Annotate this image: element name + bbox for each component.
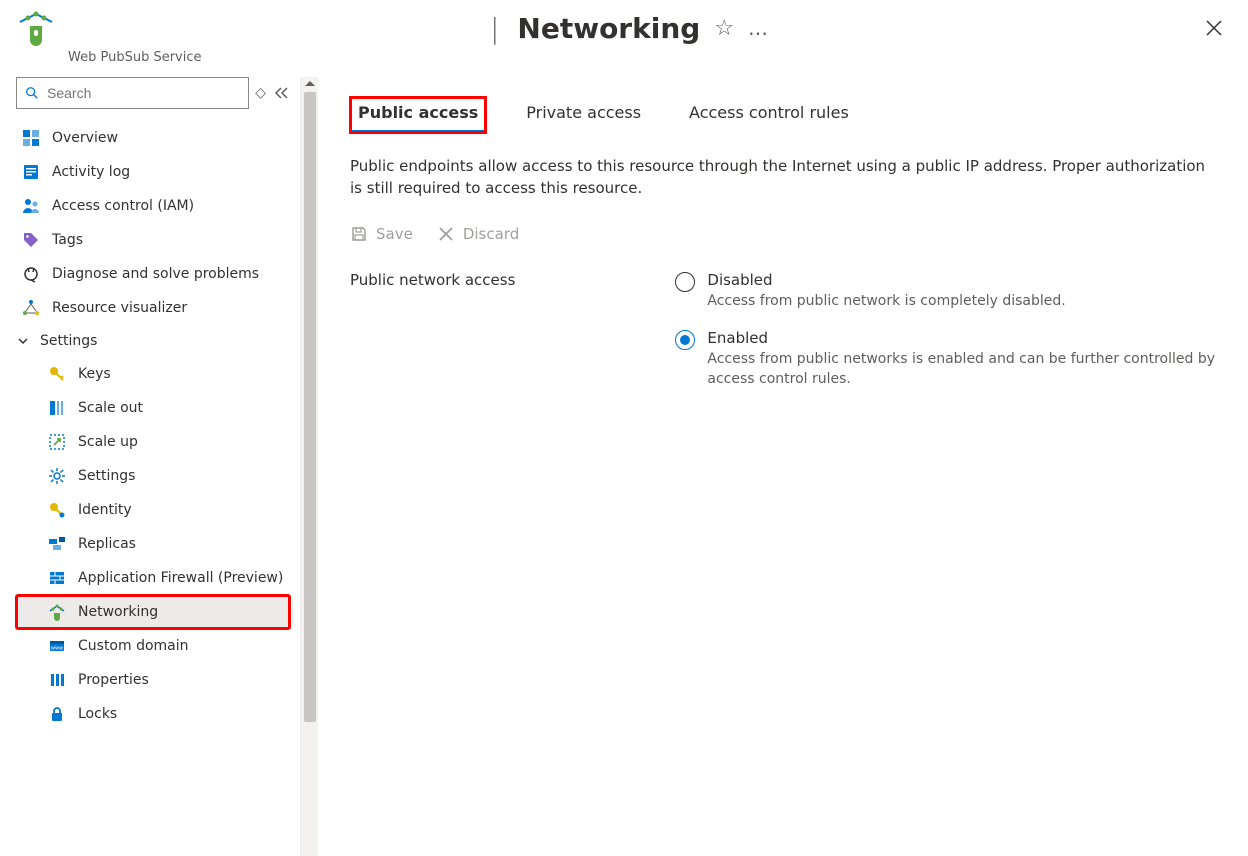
radio-option-enabled[interactable]: Enabled Access from public networks is e… — [675, 329, 1215, 389]
tab-description: Public endpoints allow access to this re… — [350, 155, 1220, 199]
sidebar-item-label: Replicas — [78, 536, 136, 552]
sidebar-item-scale-up[interactable]: Scale up — [16, 425, 290, 459]
radio-title: Disabled — [707, 271, 1065, 289]
diagnose-icon — [22, 265, 40, 283]
search-icon — [25, 86, 39, 100]
sidebar-item-label: Locks — [78, 706, 117, 722]
sidebar-item-label: Keys — [78, 366, 111, 382]
sidebar-item-label: Overview — [52, 130, 118, 146]
radio-option-disabled[interactable]: Disabled Access from public network is c… — [675, 271, 1215, 311]
sidebar-item-label: Custom domain — [78, 638, 189, 654]
svg-text:www: www — [51, 646, 63, 652]
discard-button[interactable]: Discard — [437, 225, 519, 243]
scale-out-icon — [48, 399, 66, 417]
sidebar-item-label: Tags — [52, 232, 83, 248]
radio-icon[interactable] — [675, 330, 695, 350]
sidebar-item-label: Scale out — [78, 400, 143, 416]
sidebar-item-diagnose[interactable]: Diagnose and solve problems — [16, 257, 290, 291]
sidebar-item-label: Identity — [78, 502, 132, 518]
sidebar-item-custom-domain[interactable]: www Custom domain — [16, 629, 290, 663]
gear-icon — [48, 467, 66, 485]
public-network-access-radio-group: Disabled Access from public network is c… — [675, 271, 1215, 389]
firewall-icon — [48, 569, 66, 587]
sidebar-item-label: Properties — [78, 672, 149, 688]
sidebar-item-label: Networking — [78, 604, 158, 620]
page-title: Networking — [517, 12, 700, 45]
replicas-icon — [48, 535, 66, 553]
save-label: Save — [376, 225, 413, 243]
keys-icon — [48, 365, 66, 383]
radio-subtext: Access from public network is completely… — [707, 291, 1065, 311]
sidebar-item-overview[interactable]: Overview — [16, 121, 290, 155]
sidebar-group-label: Settings — [40, 333, 97, 349]
discard-icon — [437, 225, 455, 243]
sidebar-item-networking[interactable]: Networking — [16, 595, 290, 629]
sidebar-item-label: Application Firewall (Preview) — [78, 570, 283, 586]
scroll-up-icon[interactable] — [305, 81, 315, 86]
sidebar-item-settings[interactable]: Settings — [16, 459, 290, 493]
sidebar-item-label: Scale up — [78, 434, 138, 450]
lock-icon — [48, 705, 66, 723]
tab-private-access[interactable]: Private access — [518, 97, 649, 133]
sidebar-item-keys[interactable]: Keys — [16, 357, 290, 391]
sidebar-group-settings[interactable]: Settings — [16, 325, 290, 357]
search-input-wrapper[interactable] — [16, 77, 249, 109]
sidebar-item-activity-log[interactable]: Activity log — [16, 155, 290, 189]
expand-collapse-icon[interactable]: ◇ — [255, 85, 266, 101]
sidebar-item-replicas[interactable]: Replicas — [16, 527, 290, 561]
tags-icon — [22, 231, 40, 249]
sidebar-item-resource-visualizer[interactable]: Resource visualizer — [16, 291, 290, 325]
networking-icon — [48, 603, 66, 621]
tab-access-control-rules[interactable]: Access control rules — [681, 97, 857, 133]
sidebar-item-label: Access control (IAM) — [52, 198, 194, 214]
activity-log-icon — [22, 163, 40, 181]
sidebar-item-label: Resource visualizer — [52, 300, 187, 316]
sidebar-item-access-control[interactable]: Access control (IAM) — [16, 189, 290, 223]
service-type-label: Web PubSub Service — [0, 50, 1248, 65]
access-control-icon — [22, 197, 40, 215]
sidebar-item-app-firewall[interactable]: Application Firewall (Preview) — [16, 561, 290, 595]
scroll-thumb[interactable] — [304, 92, 316, 722]
save-icon — [350, 225, 368, 243]
overview-icon — [22, 129, 40, 147]
sidebar-item-scale-out[interactable]: Scale out — [16, 391, 290, 425]
save-button[interactable]: Save — [350, 225, 413, 243]
header-separator: | — [490, 12, 499, 45]
radio-subtext: Access from public networks is enabled a… — [707, 349, 1215, 389]
sidebar-scrollbar[interactable] — [300, 77, 318, 856]
resource-visualizer-icon — [22, 299, 40, 317]
properties-icon — [48, 671, 66, 689]
pubsub-service-icon — [16, 8, 56, 48]
sidebar-item-properties[interactable]: Properties — [16, 663, 290, 697]
identity-icon — [48, 501, 66, 519]
favorite-star-icon[interactable]: ☆ — [714, 16, 734, 41]
radio-icon[interactable] — [675, 272, 695, 292]
chevron-down-icon — [16, 334, 30, 348]
sidebar-item-label: Diagnose and solve problems — [52, 266, 259, 282]
scale-up-icon — [48, 433, 66, 451]
sidebar-item-label: Settings — [78, 468, 135, 484]
more-actions-icon[interactable]: … — [748, 16, 770, 40]
close-icon[interactable] — [1204, 18, 1224, 38]
sidebar-collapse-icon[interactable] — [272, 84, 290, 102]
sidebar-item-locks[interactable]: Locks — [16, 697, 290, 731]
sidebar-item-label: Activity log — [52, 164, 130, 180]
tab-public-access[interactable]: Public access — [350, 97, 486, 133]
radio-title: Enabled — [707, 329, 1215, 347]
public-network-access-label: Public network access — [350, 271, 515, 389]
search-input[interactable] — [45, 84, 240, 102]
discard-label: Discard — [463, 225, 519, 243]
sidebar-item-identity[interactable]: Identity — [16, 493, 290, 527]
sidebar-item-tags[interactable]: Tags — [16, 223, 290, 257]
custom-domain-icon: www — [48, 637, 66, 655]
